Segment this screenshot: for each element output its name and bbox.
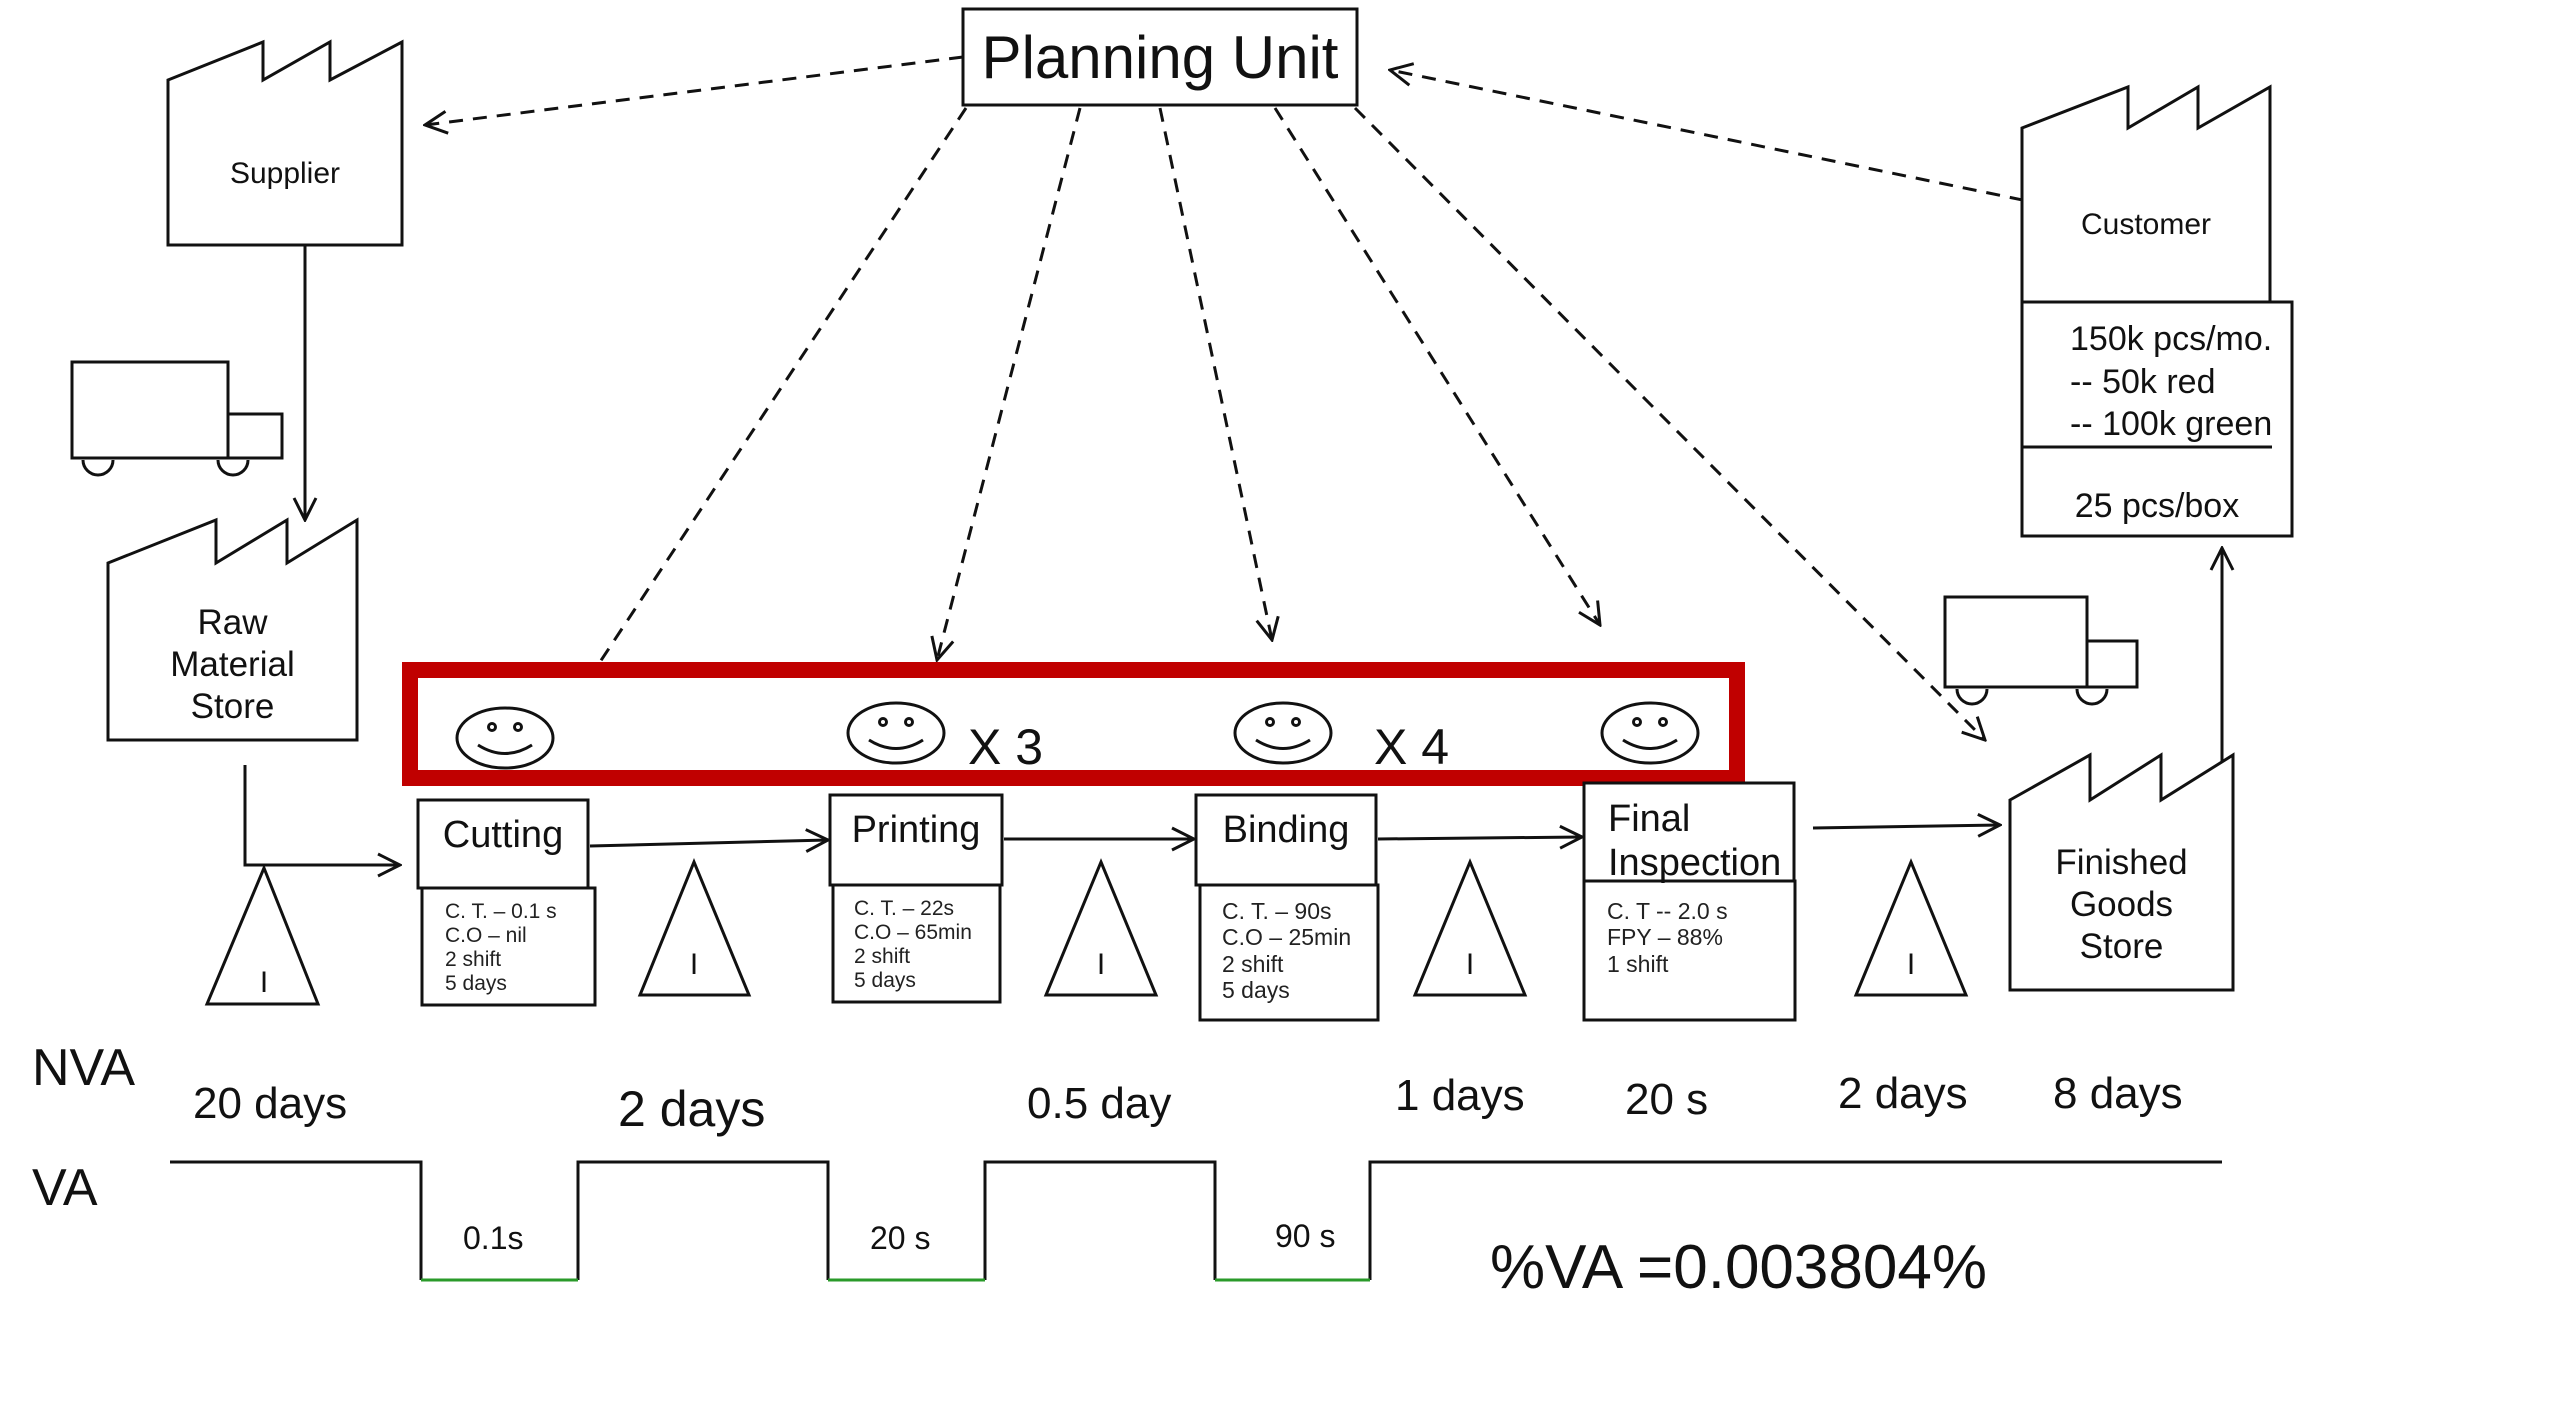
customer-demand-line: -- 100k green (2070, 405, 2273, 443)
process-data-line: 2 shift (1222, 950, 1284, 977)
process-data-line: C.O – 65min (854, 921, 972, 945)
process-data-line: C. T -- 2.0 s (1607, 898, 1728, 924)
nva-value: 2 days (618, 1081, 766, 1137)
outbound-truck-icon (1943, 595, 2139, 706)
va-value: 0.1s (463, 1220, 524, 1256)
nva-value: 20 days (193, 1079, 348, 1128)
customer-demand: 150k pcs/mo. -- 50k red -- 100k green (2070, 318, 2272, 446)
cutting-to-printing-arrow (589, 840, 828, 846)
planning-to-printing-info-arrow (937, 107, 1082, 660)
printing-operator-count: X 3 (968, 719, 1044, 775)
inbound-truck-icon (70, 360, 284, 477)
inventory-label: I (1906, 948, 1916, 981)
process-data-line: 2 shift (445, 948, 502, 972)
final-inspection-title-line: Final (1608, 798, 1691, 840)
process-data-line: FPY – 88% (1607, 924, 1723, 951)
planning-to-finished-goods-info-arrow (1353, 106, 1985, 740)
finished-goods-store-line: Store (2079, 927, 2164, 966)
process-data-line: 5 days (445, 972, 507, 996)
raw-material-store-line: Store (190, 687, 275, 726)
finished-goods-store-line: Goods (2069, 885, 2174, 924)
customer-packing: 25 pcs/box (2074, 487, 2240, 525)
process-data-line: 1 shift (1607, 950, 1669, 977)
raw-material-to-cutting-arrow (243, 765, 400, 865)
planning-to-binding-info-arrow (1158, 107, 1272, 640)
final-inspection-title-line: Inspection (1608, 841, 1782, 884)
operator-highlight-box (402, 662, 1745, 786)
cutting-data: C. T. – 0.1 s C.O – nil 2 shift 5 days (445, 900, 557, 997)
supplier-label: Supplier (229, 157, 341, 190)
printing-data: C. T. – 22s C.O – 65min 2 shift 5 days (854, 897, 972, 994)
final-inspection-data: C. T -- 2.0 s FPY – 88% 1 shift (1607, 898, 1728, 977)
va-label: VA (32, 1159, 98, 1217)
process-data-line: C.O – 25min (1222, 924, 1352, 951)
planning-to-cutting-info-line (596, 107, 968, 666)
va-value: 90 s (1275, 1218, 1336, 1254)
cutting-title: Cutting (442, 814, 564, 856)
raw-material-store-label: Raw Material Store (108, 602, 357, 728)
customer-factory-icon (2020, 84, 2272, 304)
finished-goods-store-label: Finished Goods Store (2010, 842, 2233, 968)
final-inspection-title: Final Inspection (1608, 798, 1781, 885)
process-data-line: C. T. – 22s (854, 897, 954, 920)
process-data-line: 2 shift (854, 945, 911, 969)
process-data-line: C.O – nil (445, 924, 527, 948)
inventory-label: I (1096, 948, 1106, 981)
raw-material-store-line: Material (170, 645, 295, 684)
process-data-line: 5 days (854, 969, 916, 993)
binding-data: C. T. – 90s C.O – 25min 2 shift 5 days (1222, 898, 1351, 1004)
va-value: 20 s (870, 1220, 931, 1256)
customer-demand-line: -- 50k red (2070, 362, 2216, 401)
process-data-line: 5 days (1222, 977, 1290, 1004)
nva-label: NVA (32, 1039, 136, 1097)
nva-value: 8 days (2053, 1069, 2183, 1118)
process-data-line: C. T. – 90s (1222, 898, 1332, 924)
customer-label: Customer (2080, 208, 2212, 241)
inventory-label: I (1465, 948, 1475, 981)
process-data-line: C. T. – 0.1 s (445, 900, 557, 923)
planning-to-supplier-info-arrow (425, 55, 964, 125)
inventory-label: I (259, 966, 269, 999)
planning-to-final-inspection-info-arrow (1273, 107, 1600, 625)
finished-goods-store-line: Finished (2055, 843, 2188, 882)
nva-value: 20 s (1625, 1075, 1709, 1124)
final-inspection-to-finished-goods-arrow (1812, 825, 2000, 828)
binding-to-final-inspection-arrow (1377, 837, 1582, 839)
raw-material-store-line: Raw (197, 603, 268, 642)
binding-operator-count: X 4 (1374, 719, 1450, 775)
customer-to-planning-info-arrow (1390, 70, 2048, 207)
percent-value-added: %VA =0.003804% (1490, 1233, 1987, 1302)
information-flow-lines (425, 55, 2048, 740)
nva-value: 1 days (1395, 1071, 1525, 1120)
printing-title: Printing (851, 809, 981, 851)
planning-unit-label: Planning Unit (981, 24, 1339, 91)
nva-value: 2 days (1838, 1069, 1968, 1118)
binding-title: Binding (1222, 809, 1350, 851)
inventory-label: I (689, 948, 699, 981)
customer-demand-line: 150k pcs/mo. (2070, 320, 2273, 358)
supplier-factory-icon (166, 39, 404, 247)
nva-value: 0.5 day (1027, 1079, 1172, 1128)
